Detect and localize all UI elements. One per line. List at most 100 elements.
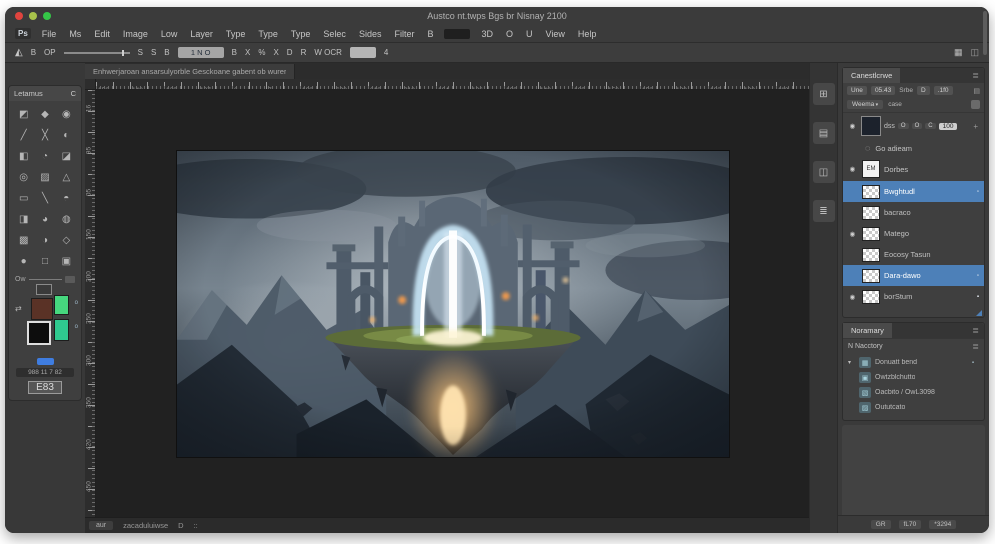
tool-icon[interactable]: ▣ <box>56 251 77 272</box>
traffic-light-button[interactable] <box>15 12 23 20</box>
menu-item[interactable]: Sides <box>359 29 382 39</box>
options-icon-4[interactable]: X <box>273 48 278 57</box>
layer-thumbnail[interactable] <box>862 226 880 241</box>
opacity-slider[interactable] <box>63 49 130 56</box>
tool-icon[interactable]: □ <box>34 251 55 272</box>
menu-item[interactable]: Help <box>578 29 597 39</box>
menu-item[interactable]: View <box>546 29 565 39</box>
options-value-chip[interactable] <box>349 47 376 58</box>
layout-icon[interactable] <box>970 47 979 58</box>
eye-icon[interactable] <box>847 293 858 301</box>
filter-kind-chip[interactable]: Une <box>847 86 867 95</box>
menu-item[interactable]: 3D <box>481 29 493 39</box>
tool-icon[interactable]: ◧ <box>13 146 34 167</box>
tool-icon[interactable]: ◍ <box>56 209 77 230</box>
tool-icon[interactable]: ◉ <box>56 104 77 125</box>
layer-group-row[interactable]: EM Dorbes <box>843 157 984 181</box>
tool-icon[interactable]: ╲ <box>34 188 55 209</box>
options-icon-1[interactable]: B <box>232 48 237 57</box>
traffic-light-button[interactable] <box>29 12 37 20</box>
panel-dock-button[interactable]: ≣ <box>812 200 835 222</box>
menu-item[interactable]: Type <box>291 29 311 39</box>
menu-item[interactable]: File <box>42 29 57 39</box>
menu-item[interactable]: Type <box>226 29 246 39</box>
eye-icon[interactable] <box>847 230 858 238</box>
mini-slider-track[interactable] <box>28 279 62 280</box>
menu-item[interactable]: B <box>427 29 433 39</box>
tool-icon[interactable]: ◪ <box>56 146 77 167</box>
panel-menu-icon[interactable] <box>972 326 984 335</box>
options-toggle-3[interactable]: B <box>164 48 169 57</box>
accent-color-swatch[interactable] <box>54 319 69 341</box>
options-toggle-1[interactable]: S <box>138 48 143 57</box>
options-icon-3[interactable]: % <box>258 48 265 57</box>
history-item[interactable]: ▨ Oututcato <box>843 400 984 415</box>
tool-icon[interactable]: ╱ <box>13 125 34 146</box>
layer-fx-row[interactable]: Go adieam <box>843 139 984 157</box>
layer-thumbnail[interactable] <box>862 247 880 262</box>
menu-item[interactable]: Ms <box>69 29 81 39</box>
tool-icon[interactable]: ▩ <box>13 230 34 251</box>
panel-dock-button[interactable]: ▤ <box>812 122 835 144</box>
panel-dock-button[interactable]: ◫ <box>812 161 835 183</box>
panel-footer-button[interactable]: *3294 <box>929 520 957 529</box>
layer-row[interactable]: Eocosy Tasun <box>843 244 984 265</box>
expander-icon[interactable] <box>848 359 855 366</box>
background-color-swatch[interactable] <box>27 321 51 345</box>
secondary-color-swatch[interactable] <box>54 295 69 315</box>
add-icon[interactable]: + <box>973 122 980 131</box>
menu-item[interactable]: O <box>506 29 513 39</box>
tool-icon[interactable]: △ <box>56 167 77 188</box>
blend-row-button[interactable] <box>971 100 980 109</box>
group-thumbnail[interactable]: EM <box>862 160 880 178</box>
filter-chip-d[interactable]: D <box>916 86 930 95</box>
filter-value-chip[interactable]: 05.43 <box>870 86 896 95</box>
canvas-surface[interactable] <box>96 90 809 517</box>
tool-icon[interactable]: ◨ <box>13 209 34 230</box>
options-toggle-2[interactable]: S <box>151 48 156 57</box>
zoom-level-field[interactable]: aur <box>89 521 114 530</box>
lock-toggle-3[interactable]: C <box>925 123 936 129</box>
menu-item[interactable]: Low <box>161 29 178 39</box>
history-item[interactable]: ▦ Donuatt bend ▪ <box>843 355 984 370</box>
layer-thumbnail[interactable] <box>862 289 880 304</box>
eye-icon[interactable] <box>847 122 858 130</box>
panel-scrollbar[interactable] <box>983 11 987 55</box>
panel-footer-button[interactable]: GR <box>870 520 891 529</box>
history-item[interactable]: ▧ Oacbito / OwL3098 <box>843 385 984 400</box>
quick-mask-button[interactable] <box>36 358 54 365</box>
options-icon-2[interactable]: X <box>245 48 250 57</box>
layer-row[interactable]: Dara-dawo ▫ <box>843 265 984 286</box>
menu-item[interactable]: Layer <box>190 29 213 39</box>
panel-resize-handle[interactable] <box>976 310 982 316</box>
history-item[interactable]: ▣ Owtzblchutto <box>843 370 984 385</box>
tool-icon[interactable]: ▭ <box>13 188 34 209</box>
tool-icon[interactable]: ◕ <box>34 209 55 230</box>
document-tab[interactable]: Enhwerjaroan ansarsulyorble Gesckoane ga… <box>85 64 296 79</box>
panel-menu-icon[interactable] <box>972 71 984 80</box>
tool-icon[interactable]: ◩ <box>13 104 34 125</box>
swap-colors-icon[interactable]: ⇄ <box>15 304 22 313</box>
layer-thumbnail[interactable] <box>862 205 880 220</box>
menu-item[interactable]: Image <box>123 29 148 39</box>
layer-thumbnail[interactable] <box>862 268 880 283</box>
panel-dock-button[interactable]: ⊞ <box>812 83 835 105</box>
foreground-color-swatch[interactable] <box>31 298 53 320</box>
tool-icon[interactable]: ◇ <box>56 230 77 251</box>
traffic-light-button[interactable] <box>43 12 51 20</box>
tool-icon[interactable]: ◑ <box>34 230 55 251</box>
fill-value-chip[interactable]: 100 <box>938 122 958 130</box>
panel-footer-button[interactable]: fL70 <box>898 520 922 529</box>
options-input-field[interactable]: 1 N O <box>177 47 224 58</box>
eye-icon[interactable] <box>847 165 858 173</box>
mini-slider-chip[interactable] <box>65 276 75 283</box>
menu-item[interactable]: Type <box>258 29 278 39</box>
tool-icon[interactable]: ● <box>13 251 34 272</box>
filter-menu-icon[interactable] <box>973 87 980 95</box>
tool-icon[interactable]: ◆ <box>34 104 55 125</box>
layer-row[interactable]: borStum ▪ <box>843 286 984 307</box>
tool-icon[interactable]: ◎ <box>13 167 34 188</box>
layer-row[interactable]: Bwghtudl ▫ <box>843 181 984 202</box>
lock-toggle-2[interactable]: O <box>911 123 923 129</box>
history-panel-tab[interactable]: Noramary <box>843 323 892 338</box>
